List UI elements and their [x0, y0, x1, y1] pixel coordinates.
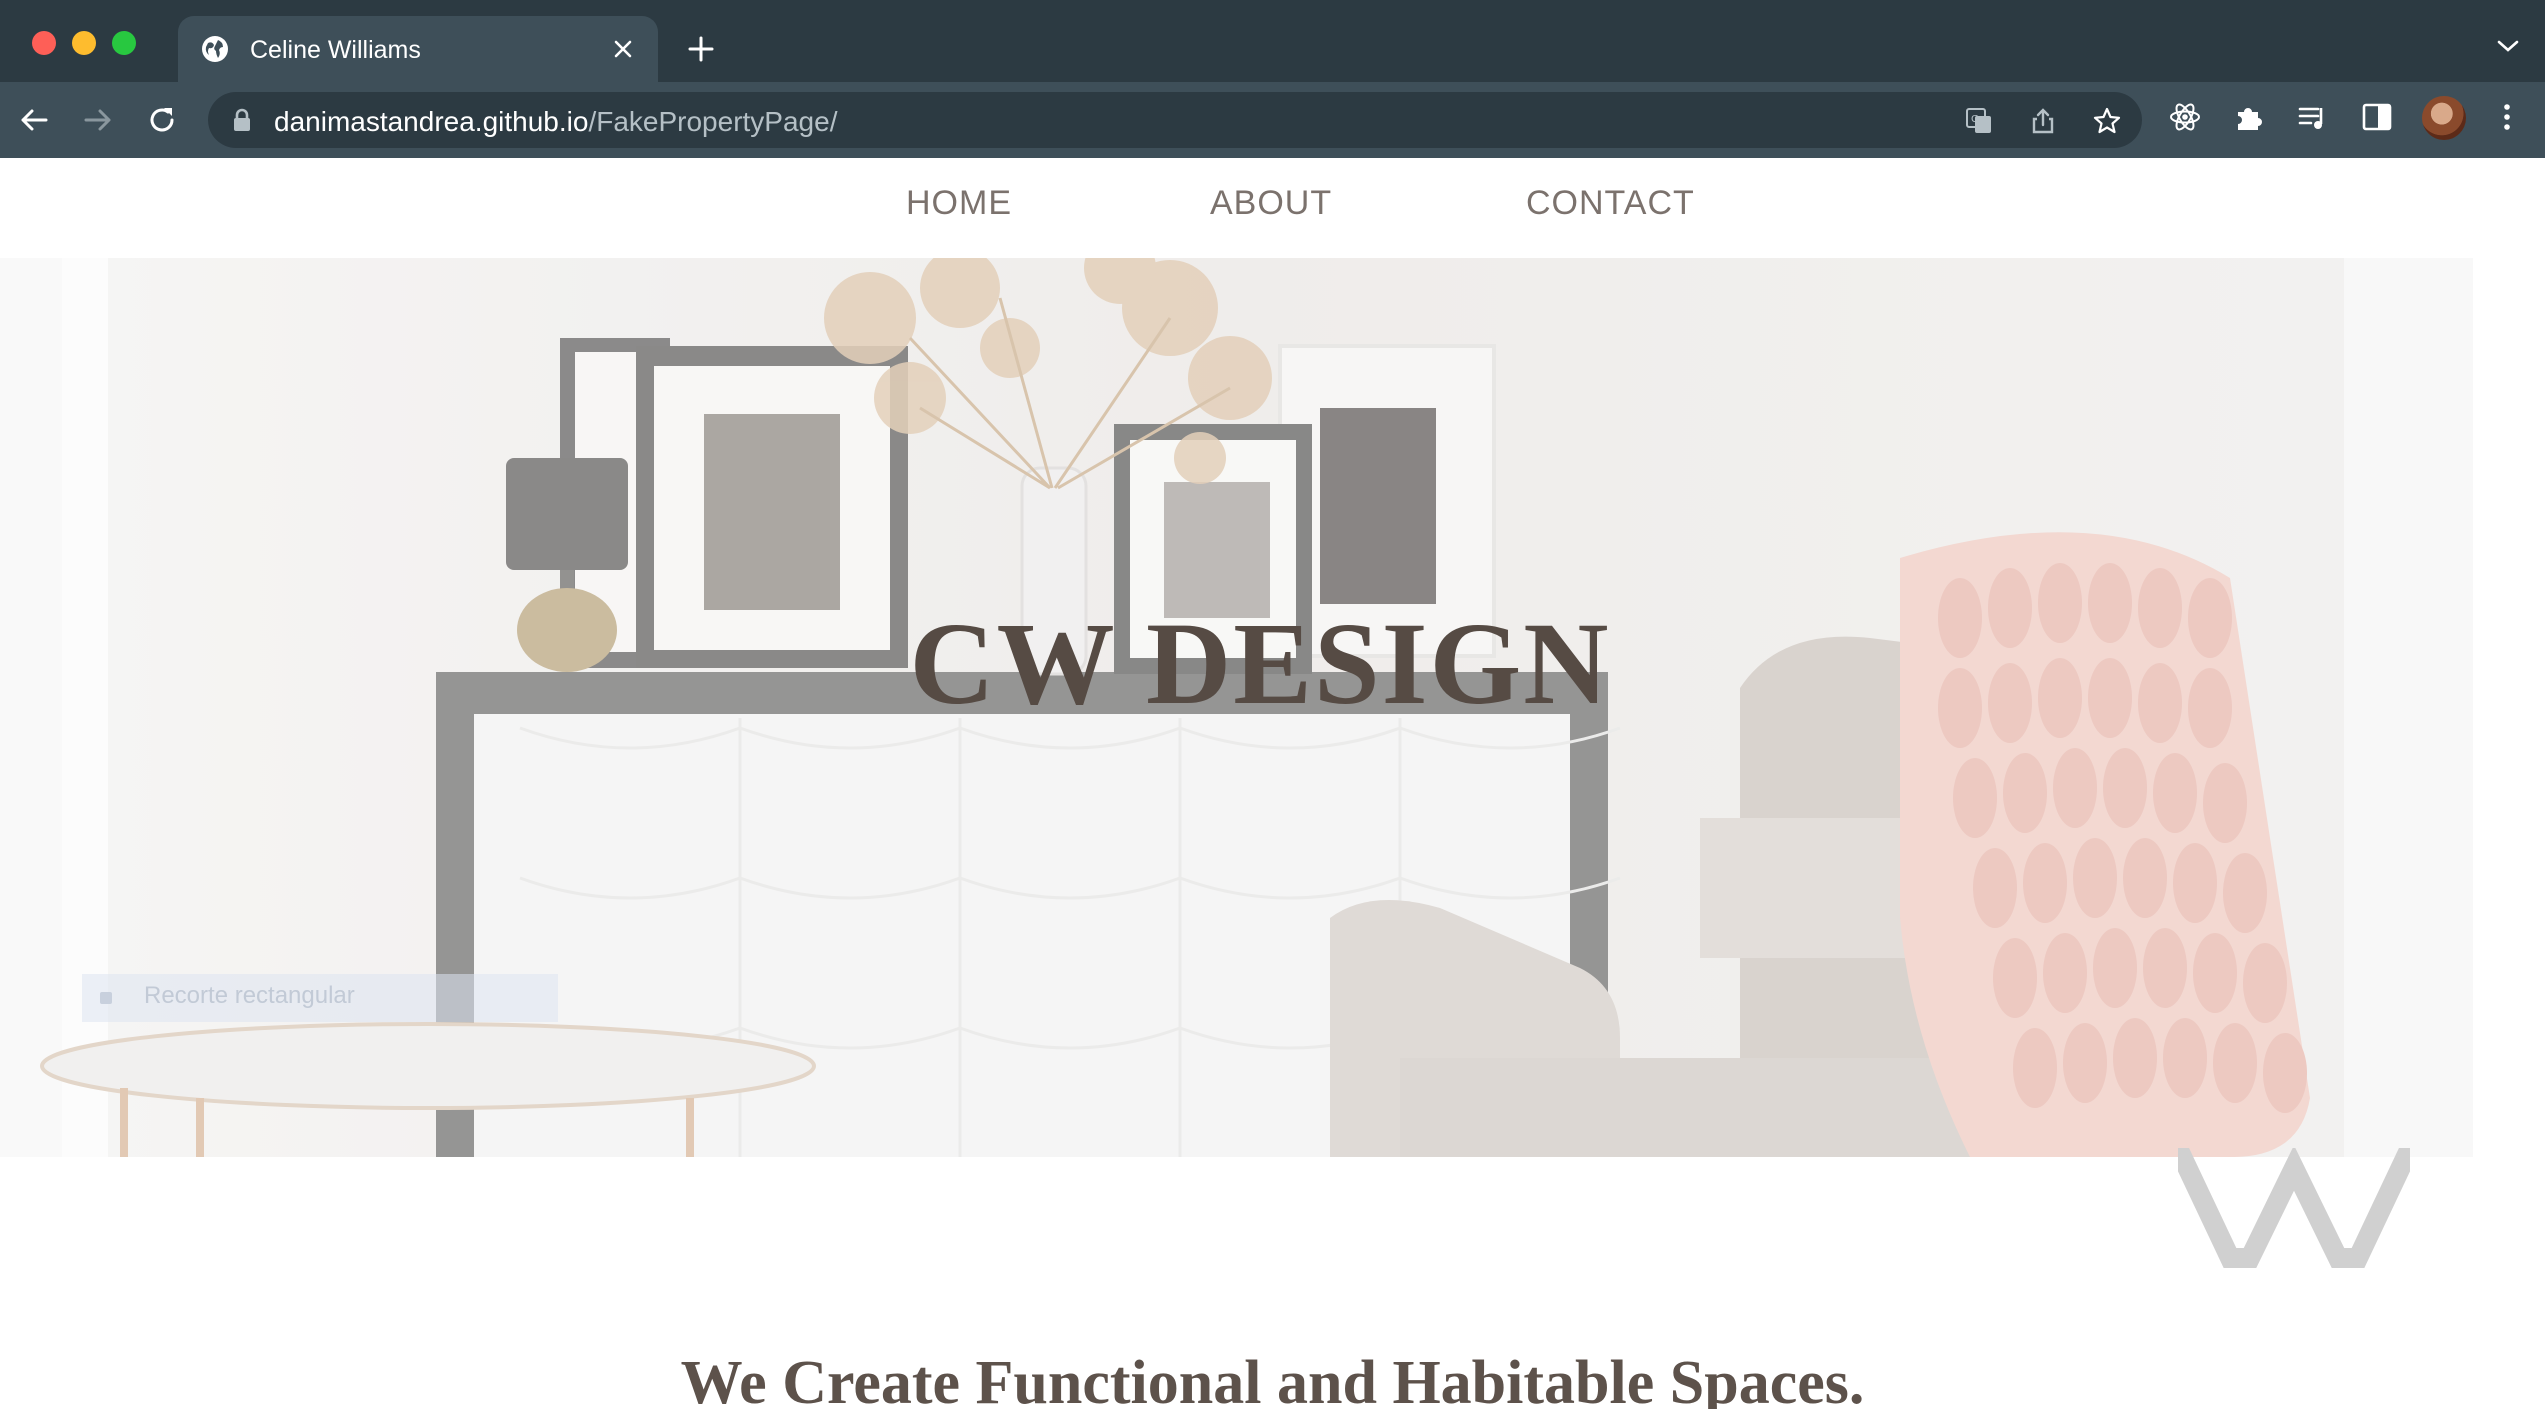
lock-icon[interactable]	[232, 108, 252, 132]
close-window-button[interactable]	[32, 31, 56, 55]
nav-about-link[interactable]: ABOUT	[1210, 184, 1332, 223]
browser-tab[interactable]: Celine Williams	[178, 16, 658, 82]
react-devtools-icon[interactable]	[2168, 100, 2202, 134]
media-queue-icon[interactable]	[2296, 100, 2330, 134]
globe-icon	[202, 36, 228, 62]
snip-overlay-label: Recorte rectangular	[144, 982, 355, 1009]
tab-search-chevron-icon[interactable]	[2494, 36, 2522, 56]
close-tab-icon[interactable]	[608, 34, 638, 64]
browser-toolbar: danimastandrea.github.io/FakePropertyPag…	[0, 82, 2545, 158]
snip-square-icon	[100, 992, 112, 1004]
share-icon[interactable]	[2028, 106, 2058, 136]
tab-title: Celine Williams	[250, 36, 421, 64]
watermark-logo	[2178, 1148, 2410, 1268]
nav-home-link[interactable]: HOME	[906, 184, 1012, 223]
new-tab-icon[interactable]	[686, 34, 716, 64]
back-arrow-icon[interactable]	[16, 102, 52, 138]
minimize-window-button[interactable]	[72, 31, 96, 55]
rectangular-snip-overlay: Recorte rectangular	[82, 974, 558, 1022]
side-panel-icon[interactable]	[2360, 100, 2394, 134]
forward-arrow-icon[interactable]	[80, 102, 116, 138]
tagline: We Create Functional and Habitable Space…	[680, 1349, 1865, 1409]
hero-title: CW DESIGN	[909, 598, 1611, 729]
url-text: danimastandrea.github.io/FakePropertyPag…	[274, 106, 837, 138]
site-navbar: HOME ABOUT CONTACT	[0, 158, 2545, 258]
address-bar[interactable]: danimastandrea.github.io/FakePropertyPag…	[208, 92, 2142, 148]
web-page: HOME ABOUT CONTACT Recorte rectangular C…	[0, 158, 2545, 1409]
profile-avatar[interactable]	[2422, 96, 2466, 140]
maximize-window-button[interactable]	[112, 31, 136, 55]
url-path: /FakePropertyPage/	[588, 106, 838, 137]
url-host: danimastandrea.github.io	[274, 106, 589, 137]
translate-icon[interactable]: G	[1964, 106, 1994, 136]
reload-icon[interactable]	[144, 102, 180, 138]
svg-text:G: G	[1971, 114, 1979, 125]
browser-tab-bar: Celine Williams	[0, 0, 2545, 82]
nav-contact-link[interactable]: CONTACT	[1526, 184, 1695, 223]
more-menu-icon[interactable]	[2490, 100, 2524, 134]
hero-banner: Recorte rectangular CW DESIGN	[0, 258, 2473, 1157]
bookmark-star-icon[interactable]	[2092, 106, 2122, 136]
extensions-puzzle-icon[interactable]	[2232, 100, 2266, 134]
